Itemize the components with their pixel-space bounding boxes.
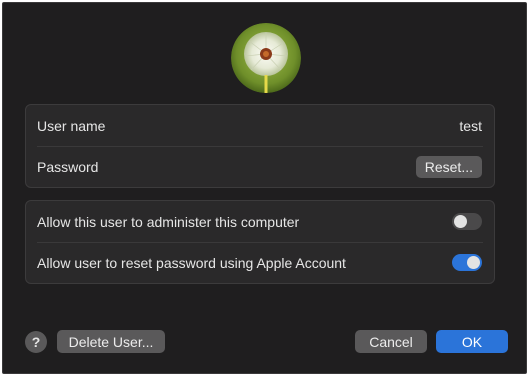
- permissions-card: Allow this user to administer this compu…: [25, 200, 495, 284]
- admin-row: Allow this user to administer this compu…: [26, 201, 494, 242]
- account-card: User name test Password Reset...: [25, 104, 495, 188]
- ok-button[interactable]: OK: [436, 330, 508, 353]
- apple-account-reset-toggle[interactable]: [452, 254, 482, 271]
- username-value: test: [459, 117, 482, 134]
- apple-account-reset-row: Allow user to reset password using Apple…: [26, 242, 494, 283]
- apple-account-reset-label: Allow user to reset password using Apple…: [37, 254, 346, 271]
- help-button[interactable]: ?: [25, 331, 47, 353]
- username-row: User name test: [26, 105, 494, 146]
- user-settings-dialog: User name test Password Reset... Allow t…: [2, 2, 527, 374]
- admin-label: Allow this user to administer this compu…: [37, 213, 300, 230]
- toggle-knob: [467, 256, 480, 269]
- reset-password-button[interactable]: Reset...: [415, 155, 482, 178]
- cancel-button[interactable]: Cancel: [355, 330, 427, 353]
- password-row: Password Reset...: [26, 146, 494, 187]
- toggle-knob: [454, 215, 467, 228]
- username-label: User name: [37, 117, 106, 134]
- delete-user-button[interactable]: Delete User...: [57, 330, 165, 353]
- password-label: Password: [37, 158, 99, 175]
- dandelion-avatar-icon[interactable]: [231, 23, 301, 93]
- admin-toggle[interactable]: [452, 213, 482, 230]
